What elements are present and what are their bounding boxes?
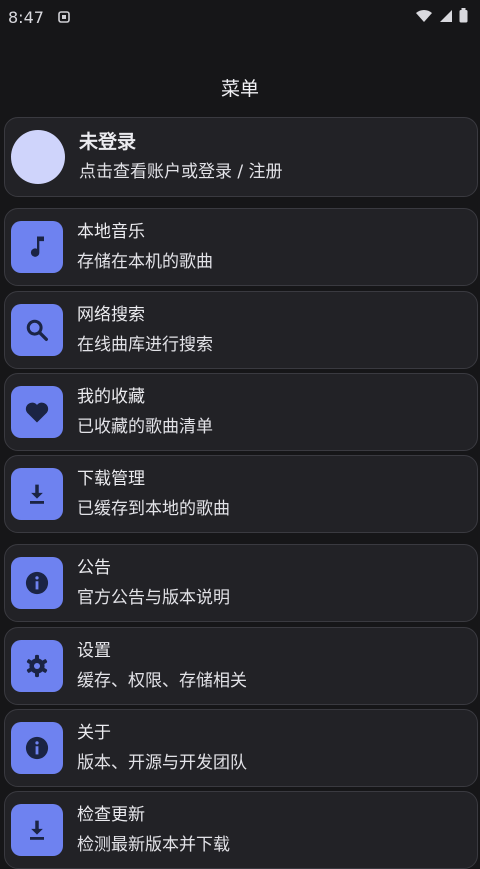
menu-item-title: 网络搜索 [77, 305, 145, 325]
menu-item-announcements[interactable]: 公告 官方公告与版本说明 [4, 544, 478, 622]
menu-item-subtitle: 在线曲库进行搜索 [77, 335, 213, 355]
menu-item-subtitle: 官方公告与版本说明 [77, 588, 230, 608]
menu-item-title: 检查更新 [77, 805, 145, 825]
menu-item-settings[interactable]: 设置 缓存、权限、存储相关 [4, 627, 478, 705]
status-time: 8:47 [8, 7, 44, 27]
menu-item-local-music[interactable]: 本地音乐 存储在本机的歌曲 [4, 208, 478, 286]
status-bar: 8:47 [0, 0, 480, 34]
menu-item-title: 设置 [77, 641, 111, 661]
battery-icon [459, 7, 468, 27]
heart-icon [11, 386, 63, 438]
signal-icon [439, 8, 453, 27]
music-note-icon [11, 221, 63, 273]
wifi-icon [415, 8, 433, 27]
menu-item-title: 我的收藏 [77, 387, 145, 407]
menu-item-check-update[interactable]: 检查更新 检测最新版本并下载 [4, 791, 478, 869]
profile-title: 未登录 [79, 131, 137, 153]
menu-item-subtitle: 已收藏的歌曲清单 [77, 417, 213, 437]
profile-subtitle: 点击查看账户或登录 / 注册 [79, 162, 283, 182]
menu-item-title: 公告 [77, 558, 111, 578]
page-title: 菜单 [220, 78, 259, 100]
menu-item-subtitle: 检测最新版本并下载 [77, 835, 230, 855]
menu-item-downloads[interactable]: 下载管理 已缓存到本地的歌曲 [4, 455, 478, 533]
menu-item-title: 本地音乐 [77, 222, 145, 242]
download-icon [11, 804, 63, 856]
menu-item-subtitle: 已缓存到本地的歌曲 [77, 499, 230, 519]
search-icon [11, 304, 63, 356]
menu-item-subtitle: 存储在本机的歌曲 [77, 252, 213, 272]
notification-icon [58, 8, 70, 27]
menu-item-title: 下载管理 [77, 469, 145, 489]
profile-card[interactable]: 未登录 点击查看账户或登录 / 注册 [4, 117, 478, 197]
gear-icon [11, 640, 63, 692]
menu-item-online-search[interactable]: 网络搜索 在线曲库进行搜索 [4, 291, 478, 369]
menu-item-subtitle: 版本、开源与开发团队 [77, 753, 247, 773]
menu-item-subtitle: 缓存、权限、存储相关 [77, 671, 247, 691]
menu-item-favorites[interactable]: 我的收藏 已收藏的歌曲清单 [4, 373, 478, 451]
avatar [11, 130, 65, 184]
info-icon [11, 722, 63, 774]
info-icon [11, 557, 63, 609]
menu-item-title: 关于 [77, 723, 111, 743]
download-icon [11, 468, 63, 520]
menu-item-about[interactable]: 关于 版本、开源与开发团队 [4, 709, 478, 787]
